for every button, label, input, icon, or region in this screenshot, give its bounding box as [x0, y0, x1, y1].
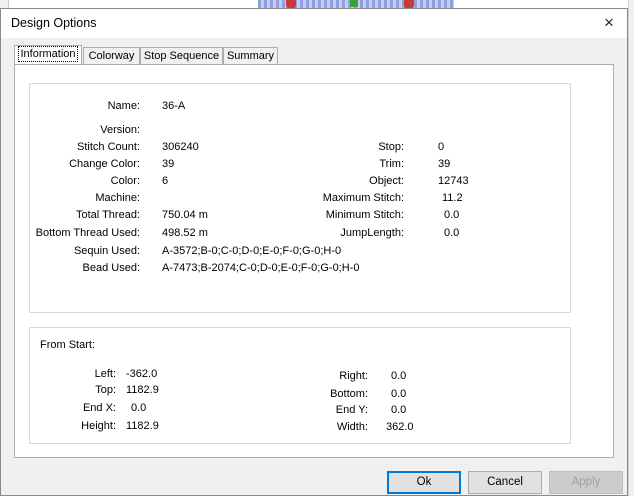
bottom-thread-value: 498.52 m — [162, 227, 208, 239]
machine-label: Machine: — [95, 192, 140, 204]
end-y-value: 0.0 — [391, 404, 407, 416]
design-info-group: Name: 36-A Version: Stitch Count: 306240… — [29, 83, 571, 313]
title-bar: Design Options × — [1, 9, 627, 38]
sequin-used-label: Sequin Used: — [73, 245, 140, 257]
tab-stop-sequence[interactable]: Stop Sequence — [140, 47, 223, 64]
top-value: 1182.9 — [126, 384, 159, 396]
stitch-count-label: Stitch Count: — [77, 141, 140, 153]
maximum-stitch-label: Maximum Stitch: — [322, 192, 404, 204]
name-value: 36-A — [162, 100, 186, 112]
tab-colorway[interactable]: Colorway — [83, 47, 140, 64]
right-value: 0.0 — [391, 370, 407, 382]
height-value: 1182.9 — [126, 420, 159, 432]
object-label: Object: — [369, 175, 404, 187]
width-value: 362.0 — [386, 421, 414, 433]
tab-label: Colorway — [88, 50, 135, 62]
right-label: Right: — [339, 370, 368, 382]
background-app-edge — [628, 0, 634, 496]
change-color-label: Change Color: — [69, 158, 140, 170]
tab-label: Information — [18, 46, 78, 62]
top-label: Top: — [95, 384, 116, 396]
total-thread-label: Total Thread: — [75, 209, 140, 221]
sequin-used-value: A-3572;B-0;C-0;D-0;E-0;F-0;G-0;H-0 — [162, 245, 342, 257]
dialog-title: Design Options — [11, 16, 97, 30]
jump-length-label: JumpLength: — [340, 227, 404, 239]
change-color-value: 39 — [162, 158, 175, 170]
end-x-label: End X: — [82, 402, 116, 414]
cancel-button[interactable]: Cancel — [468, 471, 542, 494]
height-label: Height: — [81, 420, 116, 432]
stop-value: 0 — [438, 141, 445, 153]
width-label: Width: — [336, 421, 368, 433]
close-icon[interactable]: × — [597, 12, 621, 34]
trim-value: 39 — [438, 158, 451, 170]
information-page: Name: 36-A Version: Stitch Count: 306240… — [14, 64, 614, 458]
color-value: 6 — [162, 175, 169, 187]
total-thread-value: 750.04 m — [162, 209, 208, 221]
design-options-dialog: Design Options × Information Colorway St… — [0, 8, 628, 496]
bottom-thread-label: Bottom Thread Used: — [35, 227, 140, 239]
version-label: Version: — [100, 124, 140, 136]
minimum-stitch-value: 0.0 — [444, 209, 460, 221]
tab-summary[interactable]: Summary — [223, 47, 278, 64]
stitch-count-value: 306240 — [162, 141, 199, 153]
color-label: Color: — [110, 175, 140, 187]
bottom-label: Bottom: — [330, 388, 368, 400]
tab-label: Stop Sequence — [143, 50, 220, 62]
tab-label: Summary — [226, 50, 275, 62]
left-label: Left: — [94, 368, 116, 380]
end-x-value: 0.0 — [131, 402, 147, 414]
jump-length-value: 0.0 — [444, 227, 460, 239]
object-value: 12743 — [438, 175, 469, 187]
maximum-stitch-value: 11.2 — [442, 192, 463, 204]
stop-label: Stop: — [378, 141, 404, 153]
from-start-group: From Start: Left: -362.0 Top: 1182.9 End… — [29, 327, 571, 444]
bead-used-value: A-7473;B-2074;C-0;D-0;E-0;F-0;G-0;H-0 — [162, 262, 360, 274]
left-value: -362.0 — [126, 368, 158, 380]
bead-used-label: Bead Used: — [82, 262, 140, 274]
minimum-stitch-label: Minimum Stitch: — [325, 209, 404, 221]
tab-information[interactable]: Information — [14, 45, 82, 65]
background-design-mark — [350, 0, 358, 7]
apply-button[interactable]: Apply — [549, 471, 623, 494]
end-y-label: End Y: — [335, 404, 368, 416]
trim-label: Trim: — [379, 158, 404, 170]
ok-button[interactable]: Ok — [387, 471, 461, 494]
from-start-heading: From Start: — [40, 339, 96, 351]
name-label: Name: — [107, 100, 140, 112]
bottom-value: 0.0 — [391, 388, 407, 400]
